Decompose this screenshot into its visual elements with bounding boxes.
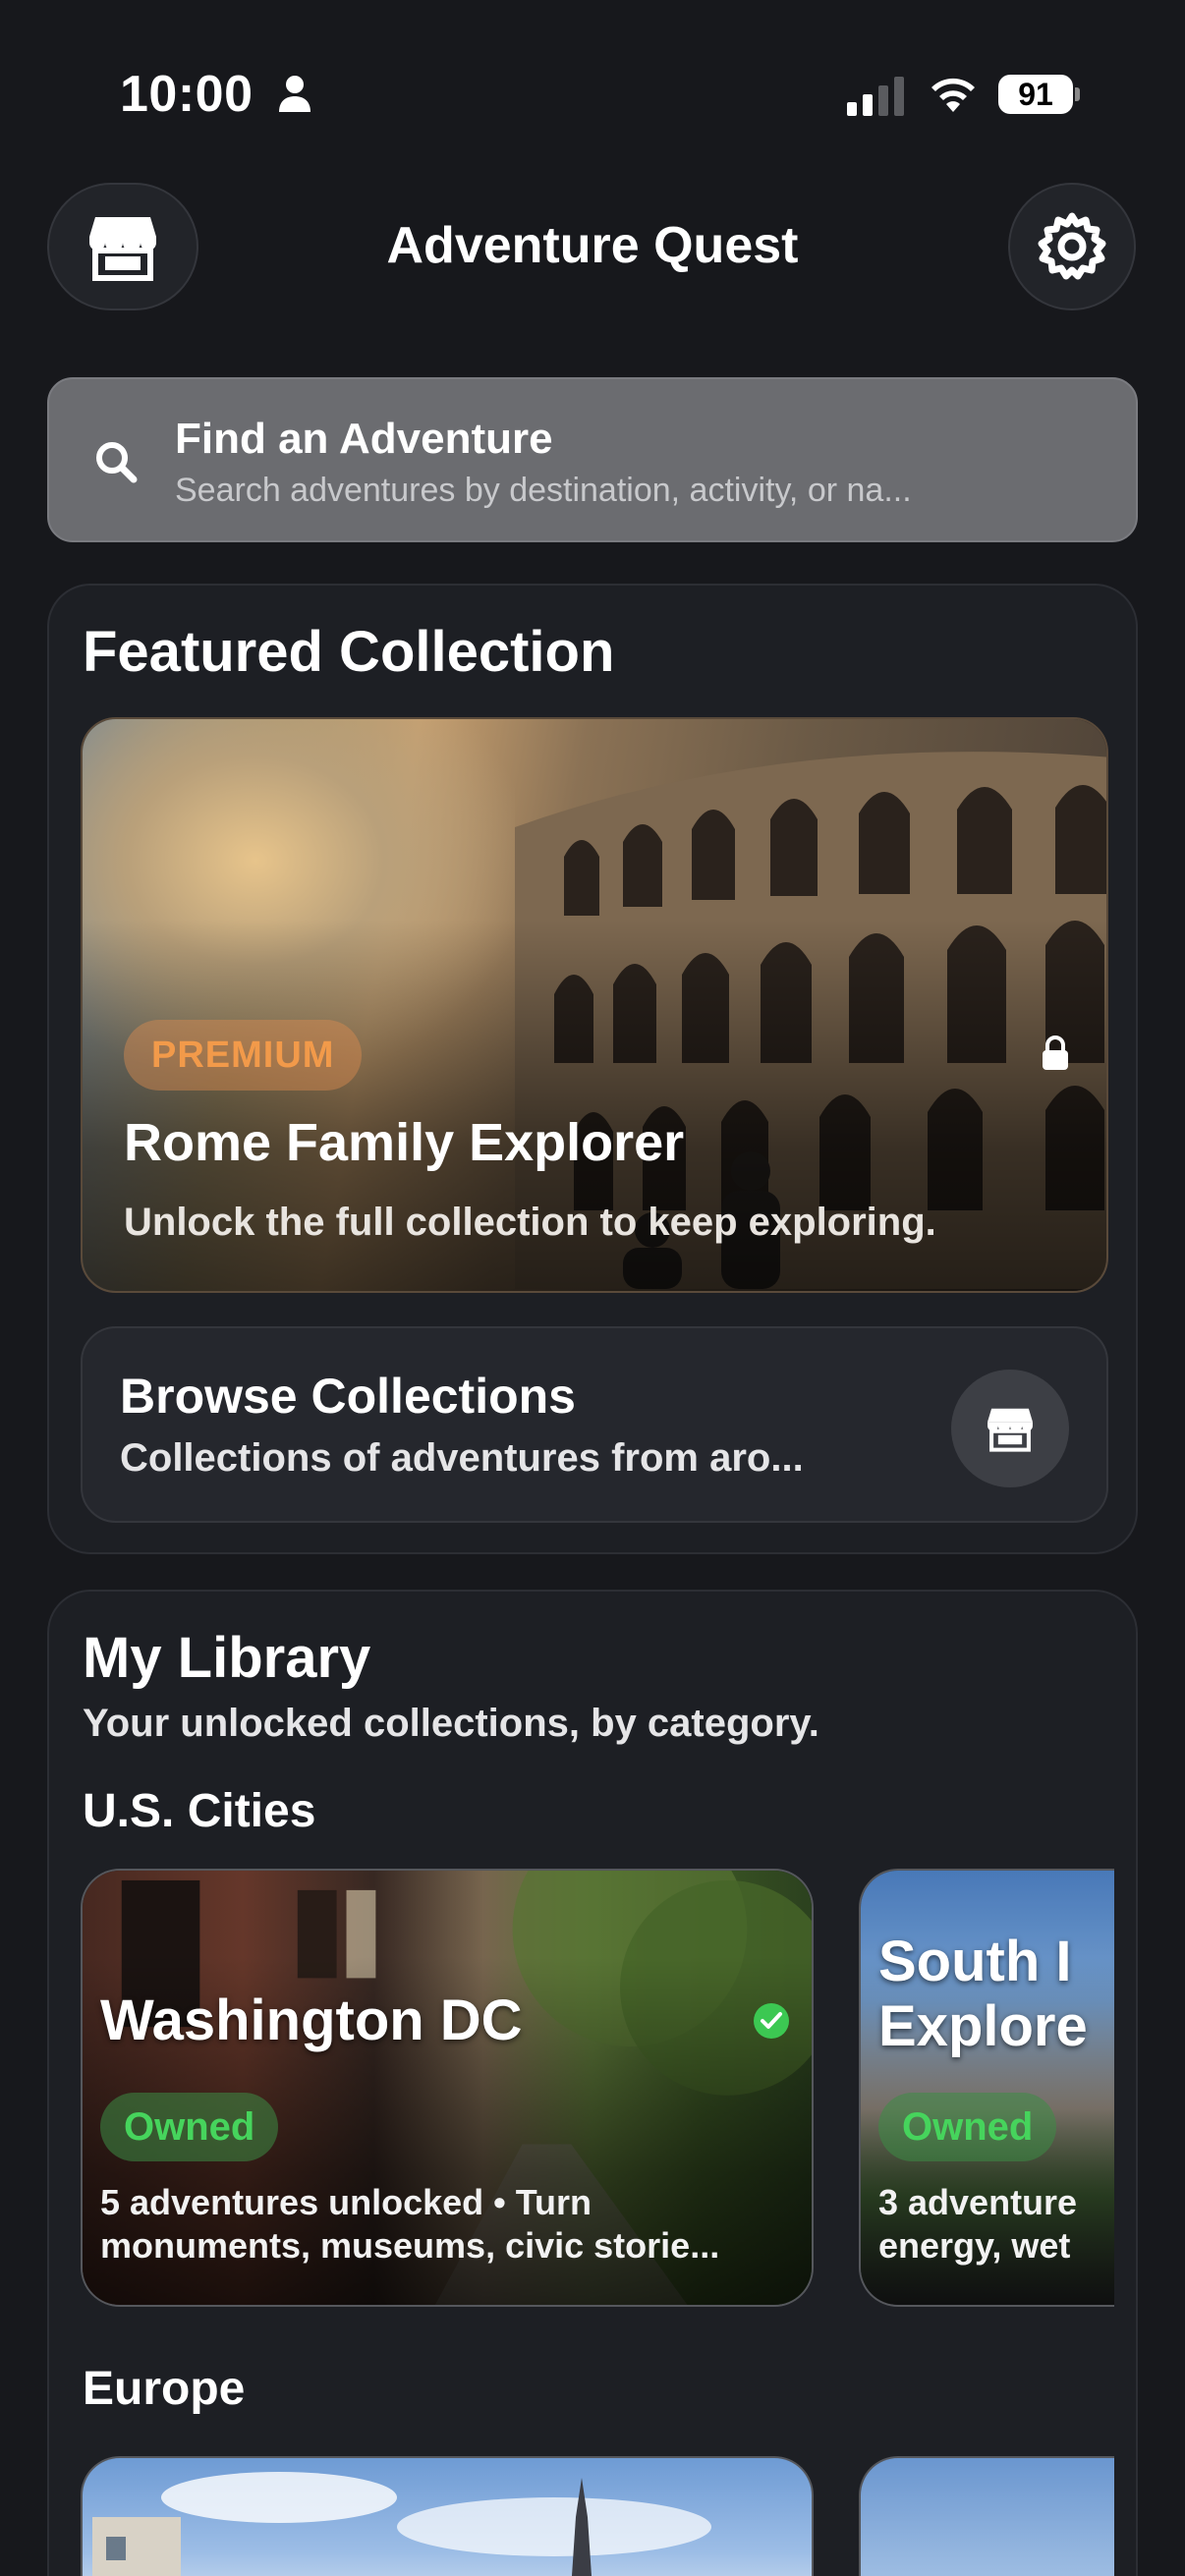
battery-indicator: 91 xyxy=(998,75,1080,114)
status-time: 10:00 xyxy=(120,66,254,123)
hero-subtitle: Unlock the full collection to keep explo… xyxy=(124,1201,936,1244)
library-title: My Library xyxy=(83,1626,371,1690)
featured-title: Featured Collection xyxy=(83,620,615,684)
gear-icon xyxy=(1038,212,1106,280)
search-icon xyxy=(96,442,138,483)
battery-level: 91 xyxy=(998,75,1073,114)
owned-badge: Owned xyxy=(878,2093,1057,2161)
store-icon xyxy=(988,1408,1033,1452)
tile-title-line: Explore xyxy=(878,1994,1088,2058)
tile-title: Washington DC xyxy=(100,1988,523,2052)
browse-collections-card[interactable]: Browse Collections Collections of advent… xyxy=(81,1326,1108,1523)
featured-hero-card[interactable]: PREMIUM Rome Family Explorer Unlock the … xyxy=(81,717,1108,1293)
my-library-panel: My Library Your unlocked collections, by… xyxy=(47,1590,1138,2576)
status-bar: 10:00 91 xyxy=(0,0,1185,177)
collection-tile-south-beach[interactable]: South I Explore Owned 3 adventure energy… xyxy=(859,1869,1114,2307)
tile-description-line: monuments, museums, civic storie... xyxy=(100,2225,720,2266)
collection-tile-washington-dc[interactable]: Washington DC Owned 5 adventures unlocke… xyxy=(81,1869,814,2307)
browse-subtitle: Collections of adventures from aro... xyxy=(120,1436,804,1480)
settings-button[interactable] xyxy=(1008,183,1136,310)
owned-badge: Owned xyxy=(100,2093,279,2161)
tile-title-line: South I xyxy=(878,1930,1072,1993)
person-icon xyxy=(279,76,310,112)
browse-title: Browse Collections xyxy=(120,1369,576,1424)
section-label-europe: Europe xyxy=(83,2363,246,2415)
tile-description-line: 3 adventure xyxy=(878,2182,1078,2222)
tile-description-line: energy, wet xyxy=(878,2225,1071,2266)
battery-cap xyxy=(1075,87,1080,101)
section-label-us-cities: U.S. Cities xyxy=(83,1785,316,1837)
library-subtitle: Your unlocked collections, by category. xyxy=(83,1702,819,1745)
collection-tile-paris[interactable] xyxy=(81,2456,814,2576)
tile-image xyxy=(92,2472,711,2576)
tile-description-line: 5 adventures unlocked • Turn xyxy=(100,2182,592,2222)
featured-collection-panel: Featured Collection PREMIUM Rome Family … xyxy=(47,584,1138,1554)
tile-description: 5 adventures unlocked • Turn monuments, … xyxy=(100,2181,788,2268)
lock-icon xyxy=(1043,1036,1068,1070)
hero-title: Rome Family Explorer xyxy=(124,1113,685,1172)
wifi-icon xyxy=(931,78,975,112)
tile-title: South I Explore xyxy=(878,1930,1088,2059)
tile-description: 3 adventure energy, wet xyxy=(878,2181,1114,2268)
collection-tile-europe-2[interactable] xyxy=(859,2456,1114,2576)
search-placeholder: Search adventures by destination, activi… xyxy=(175,472,912,509)
premium-badge: PREMIUM xyxy=(124,1020,363,1091)
owned-check-icon xyxy=(754,2003,789,2039)
search-title: Find an Adventure xyxy=(175,415,553,463)
browse-store-button[interactable] xyxy=(951,1370,1069,1487)
cellular-signal-icon xyxy=(847,77,904,116)
search-bar[interactable]: Find an Adventure Search adventures by d… xyxy=(47,377,1138,542)
